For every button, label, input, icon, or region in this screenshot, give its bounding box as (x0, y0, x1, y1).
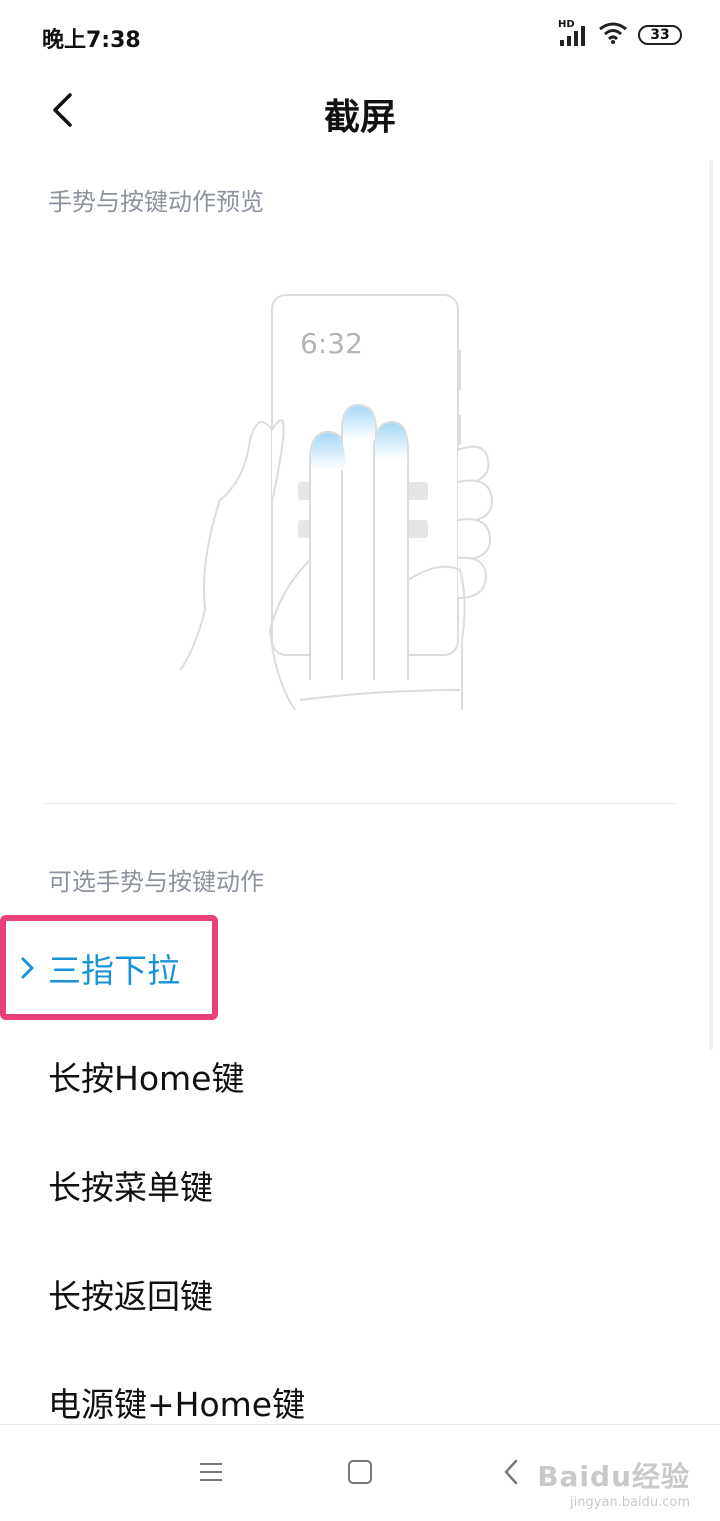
status-time: 晚上7:38 (42, 28, 141, 53)
option-long-press-menu[interactable]: 长按菜单键 (0, 1135, 720, 1235)
watermark-sub: jingyan.baidu.com (570, 1495, 690, 1510)
option-three-finger-swipe[interactable]: 三指下拉 (0, 918, 720, 1018)
chevron-right-icon (21, 957, 34, 979)
options-section-title: 可选手势与按键动作 (48, 868, 264, 896)
nav-back-button[interactable] (486, 1447, 536, 1497)
option-label: 长按返回键 (48, 1277, 213, 1316)
gesture-preview-illustration: 6:32 (150, 260, 570, 750)
option-long-press-back[interactable]: 长按返回键 (0, 1244, 720, 1344)
status-icons: HD 33 (558, 19, 682, 49)
watermark-main: Baidu经验 (537, 1460, 690, 1493)
preview-section-title: 手势与按键动作预览 (48, 188, 264, 216)
option-label: 三指下拉 (48, 951, 180, 990)
watermark: Baidu经验 jingyan.baidu.com (537, 1455, 690, 1510)
option-label: 长按菜单键 (48, 1168, 213, 1207)
option-label: 电源键+Home键 (48, 1385, 306, 1424)
menu-button[interactable] (186, 1447, 236, 1497)
option-long-press-home[interactable]: 长按Home键 (0, 1026, 720, 1126)
option-label: 长按Home键 (48, 1059, 245, 1098)
header: 截屏 (0, 70, 720, 150)
divider (45, 803, 675, 804)
back-icon (504, 1459, 518, 1485)
signal-icon: HD (558, 19, 588, 48)
scrollbar[interactable] (709, 160, 713, 1050)
phone-clock: 6:32 (300, 327, 363, 360)
home-button[interactable] (335, 1447, 385, 1497)
battery-level: 33 (650, 27, 670, 43)
battery-icon: 33 (638, 25, 682, 45)
wifi-icon (598, 21, 628, 49)
status-bar: 晚上7:38 HD 33 (0, 0, 720, 70)
page-title: 截屏 (323, 97, 396, 138)
home-icon (348, 1460, 372, 1484)
menu-icon (200, 1463, 222, 1481)
